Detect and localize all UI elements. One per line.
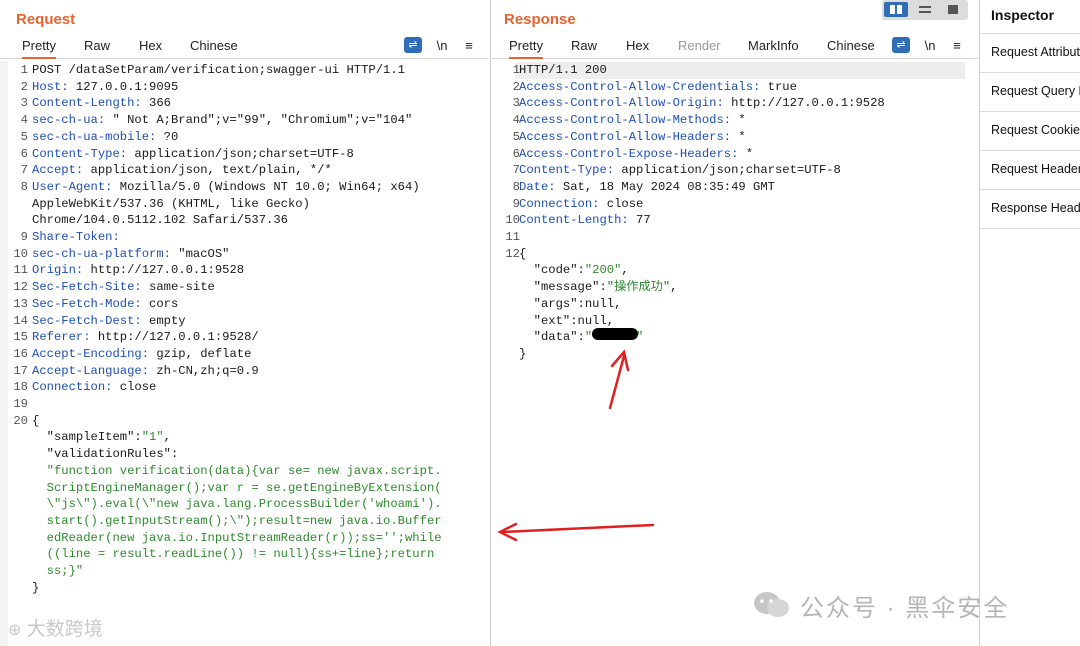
- arrow-left-icon: [497, 522, 655, 542]
- watermark-text: 公众号 · 黑伞安全: [800, 595, 1010, 622]
- annotation-arrows: [497, 349, 655, 542]
- wechat-icon: [752, 590, 792, 625]
- arrow-up-icon: [608, 349, 630, 410]
- corner-watermark: ⊕ 大数跨境: [8, 619, 103, 640]
